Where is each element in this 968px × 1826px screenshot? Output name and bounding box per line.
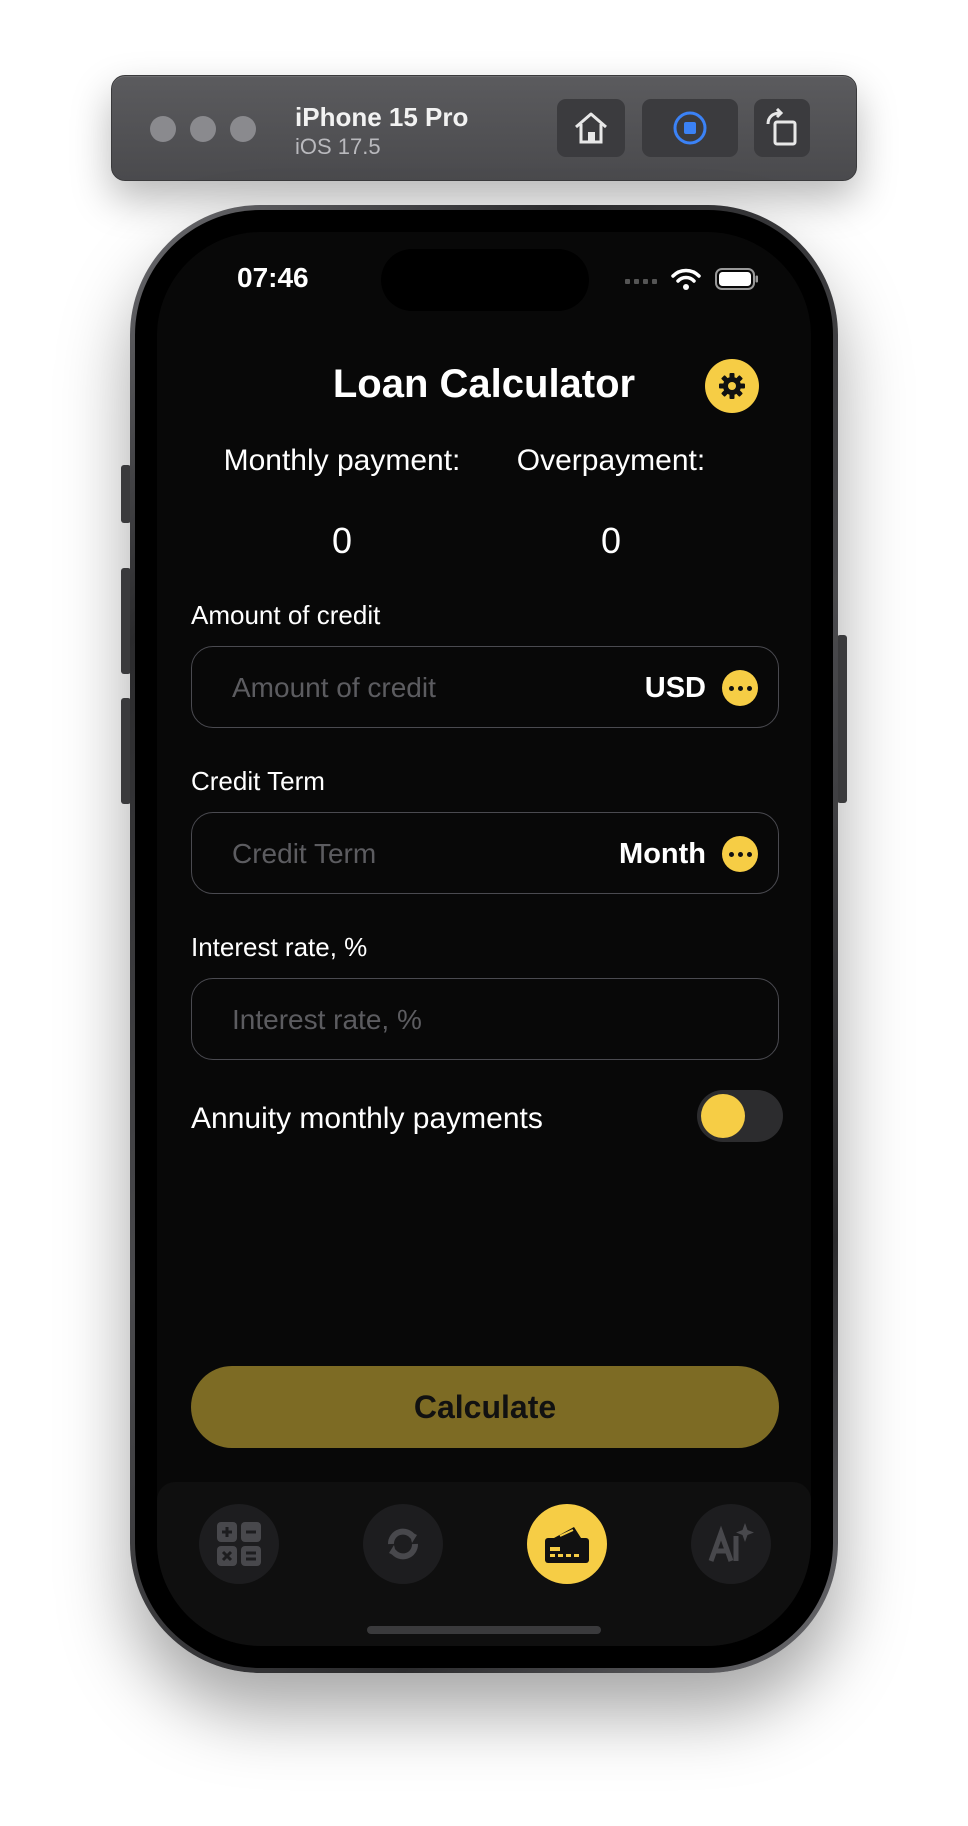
overpayment-label: Overpayment: — [516, 444, 706, 477]
credit-card-icon — [545, 1527, 589, 1563]
rate-field[interactable]: Interest rate, % — [191, 978, 779, 1060]
monthly-payment-value: 0 — [331, 520, 353, 561]
currency-more-button[interactable] — [722, 670, 758, 706]
cellular-icon — [625, 279, 657, 284]
screenshot-record-icon — [673, 111, 707, 145]
gear-icon — [719, 373, 745, 399]
tab-ai[interactable] — [691, 1504, 771, 1584]
ai-sparkle-icon — [708, 1523, 754, 1562]
close-window-button[interactable] — [150, 116, 176, 142]
amount-label: Amount of credit — [191, 600, 381, 630]
rate-input[interactable]: Interest rate, % — [232, 979, 422, 1061]
home-indicator — [367, 1626, 601, 1634]
power-button — [837, 635, 847, 803]
app-screen: 07:46 Loan Calculator Monthly payment: O… — [157, 232, 811, 1646]
currency-unit: USD — [644, 672, 706, 704]
calculate-button[interactable]: Calculate — [191, 1366, 779, 1448]
status-icons — [625, 264, 759, 294]
screenshot-record-button[interactable] — [642, 99, 738, 157]
more-dots-icon — [728, 685, 734, 691]
home-icon — [575, 112, 607, 144]
dynamic-island — [381, 249, 589, 311]
term-input[interactable]: Credit Term — [232, 813, 376, 895]
refresh-icon — [388, 1528, 418, 1560]
amount-input[interactable]: Amount of credit — [232, 647, 436, 729]
rotate-button[interactable] — [754, 99, 810, 157]
settings-button[interactable] — [705, 359, 759, 413]
wifi-icon — [671, 268, 701, 290]
term-field[interactable]: Credit Term Month — [191, 812, 779, 894]
term-unit: Month — [619, 838, 706, 870]
amount-field[interactable]: Amount of credit USD — [191, 646, 779, 728]
tab-bar — [157, 1482, 811, 1646]
tab-converter[interactable] — [363, 1504, 443, 1584]
zoom-window-button[interactable] — [230, 116, 256, 142]
tab-loan[interactable] — [527, 1504, 607, 1584]
os-version: iOS 17.5 — [295, 134, 381, 159]
term-label: Credit Term — [191, 766, 325, 796]
toggle-knob — [701, 1094, 745, 1138]
annuity-toggle[interactable] — [697, 1090, 783, 1142]
calculator-icon — [217, 1522, 261, 1566]
monthly-payment-label: Monthly payment: — [223, 444, 461, 477]
simulator-toolbar: iPhone 15 Pro iOS 17.5 — [111, 75, 857, 181]
tab-calculator[interactable] — [199, 1504, 279, 1584]
status-time: 07:46 — [237, 262, 309, 293]
device-name: iPhone 15 Pro — [295, 102, 469, 132]
annuity-label: Annuity monthly payments — [191, 1102, 543, 1135]
minimize-window-button[interactable] — [190, 116, 216, 142]
rate-label: Interest rate, % — [191, 932, 368, 962]
rotate-icon — [766, 108, 797, 146]
battery-icon — [715, 268, 758, 290]
overpayment-value: 0 — [600, 520, 622, 561]
home-button[interactable] — [557, 99, 625, 157]
more-dots-icon — [728, 851, 734, 857]
term-more-button[interactable] — [722, 836, 758, 872]
